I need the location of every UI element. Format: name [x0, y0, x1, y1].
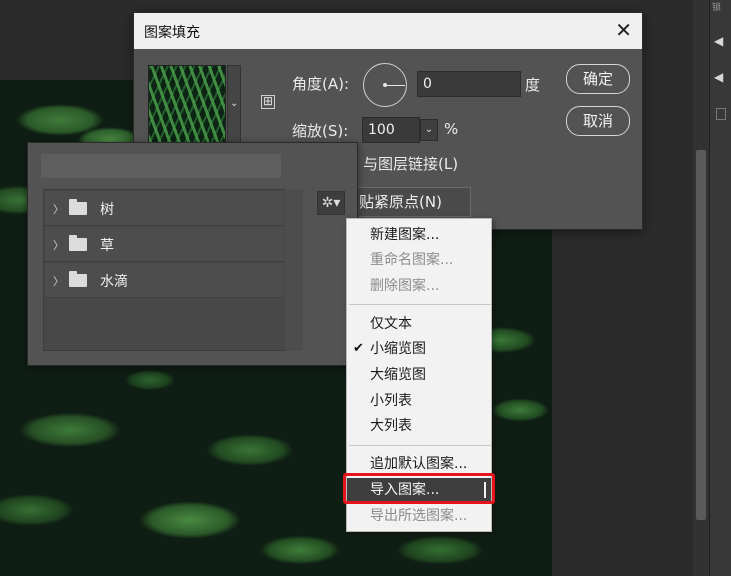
folder-icon [69, 235, 87, 251]
new-pattern-icon[interactable]: ⊞ [261, 95, 275, 109]
pattern-folder-row[interactable]: 〉 树 [45, 191, 283, 226]
menu-item-delete-pattern[interactable]: 删除图案... [347, 274, 491, 298]
pattern-picker-popover: 〉 树 〉 草 〉 水滴 ✲▾ [27, 142, 358, 366]
menu-item-large-list[interactable]: 大列表 [347, 414, 491, 438]
snap-to-origin-button[interactable]: 贴紧原点(N) [346, 187, 471, 217]
close-icon[interactable]: ✕ [615, 19, 632, 41]
folder-name: 水滴 [100, 274, 128, 290]
menu-item-new-pattern[interactable]: 新建图案... [347, 223, 491, 247]
pattern-folder-row[interactable]: 〉 水滴 [45, 263, 283, 298]
lock-label: 锁 [712, 3, 722, 13]
pattern-list-scrollbar[interactable] [285, 189, 303, 351]
angle-input[interactable] [417, 71, 521, 97]
folder-icon [69, 271, 87, 287]
folder-name: 草 [100, 238, 114, 254]
menu-item-label: 小缩览图 [370, 341, 426, 357]
scale-unit: % [444, 120, 459, 138]
angle-unit: 度 [525, 76, 541, 94]
layer-visibility-icon[interactable]: ◀ [714, 70, 723, 84]
ok-button[interactable]: 确定 [566, 64, 630, 94]
menu-divider [349, 445, 491, 446]
folder-name: 树 [100, 202, 114, 218]
chevron-right-icon[interactable]: 〉 [53, 237, 64, 253]
cancel-button[interactable]: 取消 [566, 106, 630, 136]
dialog-titlebar[interactable]: 图案填充 ✕ [134, 13, 642, 49]
highlight-annotation-box [343, 473, 495, 504]
pattern-search-field[interactable] [41, 154, 281, 178]
pattern-picker-dropdown[interactable]: ⌄ [227, 65, 241, 143]
dialog-title: 图案填充 [144, 25, 200, 41]
scale-label: 缩放(S): [292, 122, 349, 140]
chevron-down-icon: ⌄ [230, 98, 239, 109]
layers-panel-edge: 锁 ◀ ◀ [709, 0, 731, 576]
layer-checkbox[interactable] [716, 108, 726, 120]
pattern-folder-row[interactable]: 〉 草 [45, 227, 283, 262]
chevron-right-icon[interactable]: 〉 [53, 201, 64, 217]
checkmark-icon: ✔ [353, 341, 364, 356]
gear-icon[interactable]: ✲▾ [317, 191, 345, 215]
menu-item-small-list[interactable]: 小列表 [347, 389, 491, 413]
pattern-swatch-preview[interactable] [148, 65, 226, 143]
menu-item-large-thumbnail[interactable]: 大缩览图 [347, 363, 491, 387]
workspace-scrollbar-thumb[interactable] [696, 150, 706, 520]
scale-input[interactable] [362, 117, 420, 143]
menu-divider [349, 304, 491, 305]
layer-visibility-icon[interactable]: ◀ [714, 34, 723, 48]
link-with-layer-label[interactable]: 与图层链接(L) [363, 153, 458, 174]
scale-slider-toggle[interactable]: ⌄ [420, 119, 438, 141]
menu-item-export-selected-patterns[interactable]: 导出所选图案... [347, 504, 491, 528]
angle-label: 角度(A): [292, 75, 350, 93]
angle-dial[interactable] [363, 63, 407, 107]
menu-item-text-only[interactable]: 仅文本 [347, 312, 491, 336]
menu-item-rename-pattern[interactable]: 重命名图案... [347, 248, 491, 272]
chevron-right-icon[interactable]: 〉 [53, 273, 64, 289]
menu-item-small-thumbnail[interactable]: ✔ 小缩览图 [347, 337, 491, 361]
folder-icon [69, 199, 87, 215]
